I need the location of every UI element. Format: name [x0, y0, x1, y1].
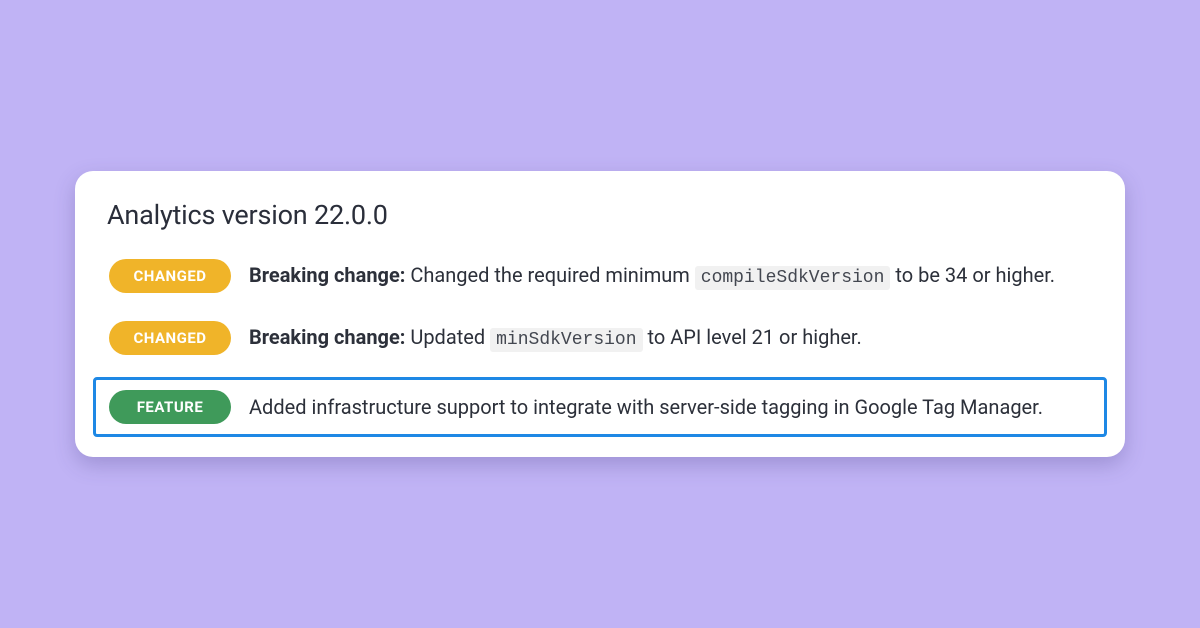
breaking-change-label: Breaking change: [249, 263, 405, 287]
changelog-description: Added infrastructure support to integrat… [249, 392, 1043, 422]
release-notes-card: Analytics version 22.0.0 CHANGED Breakin… [75, 171, 1125, 457]
changelog-description: Breaking change: Updated minSdkVersion t… [249, 322, 862, 354]
changelog-row-highlighted: FEATURE Added infrastructure support to … [93, 377, 1107, 437]
changelog-row: CHANGED Breaking change: Updated minSdkV… [103, 315, 1097, 361]
code-token: minSdkVersion [490, 328, 642, 352]
changed-badge: CHANGED [109, 321, 231, 355]
code-token: compileSdkVersion [695, 266, 891, 290]
desc-text-before: Updated [405, 325, 490, 349]
feature-badge: FEATURE [109, 390, 231, 424]
desc-text-after: to be 34 or higher. [890, 263, 1055, 287]
changed-badge: CHANGED [109, 259, 231, 293]
desc-text-after: to API level 21 or higher. [643, 325, 862, 349]
changelog-row: CHANGED Breaking change: Changed the req… [103, 253, 1097, 299]
card-title: Analytics version 22.0.0 [107, 199, 1097, 231]
breaking-change-label: Breaking change: [249, 325, 405, 349]
changelog-description: Breaking change: Changed the required mi… [249, 260, 1055, 292]
desc-text-before: Changed the required minimum [405, 263, 694, 287]
desc-text: Added infrastructure support to integrat… [249, 395, 1043, 419]
